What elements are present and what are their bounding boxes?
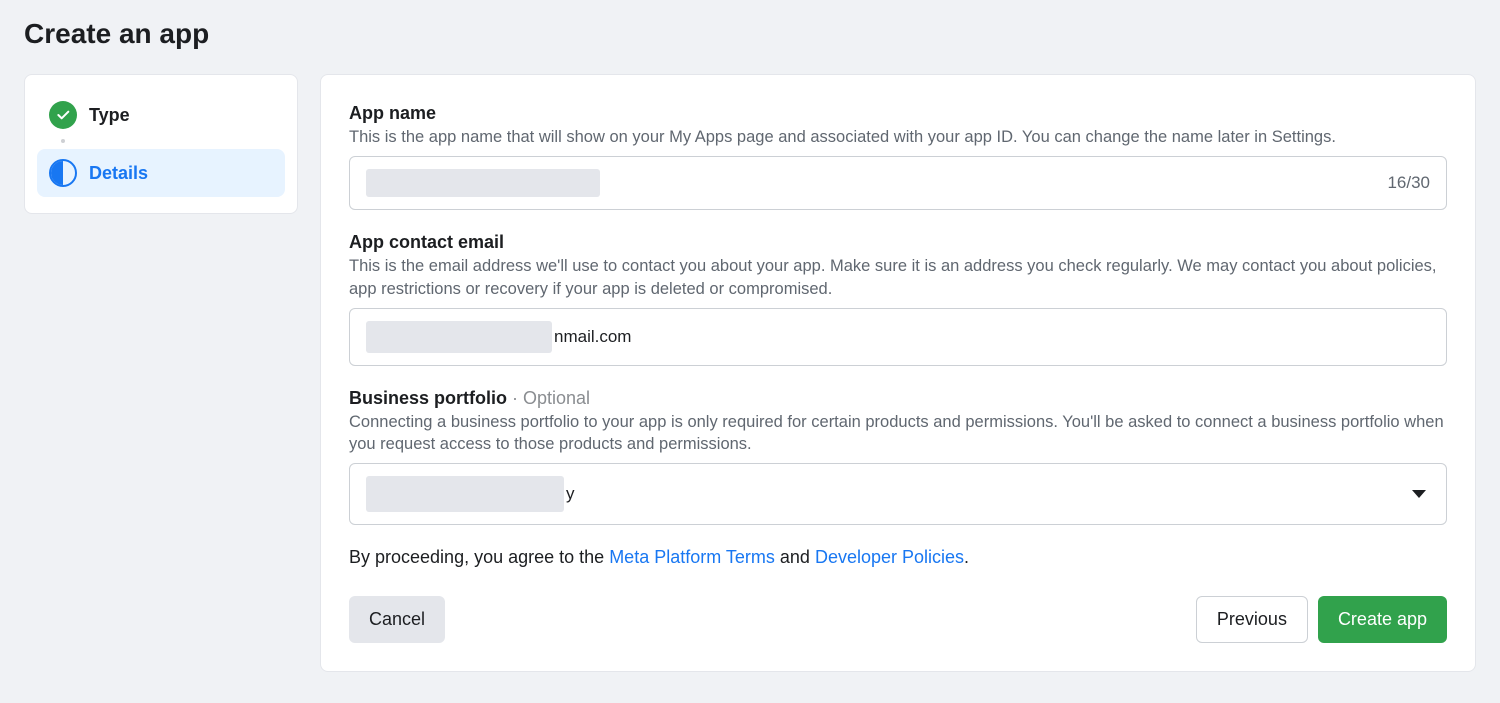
button-row: Cancel Previous Create app [349, 596, 1447, 643]
business-portfolio-field: Business portfolio · Optional Connecting… [349, 388, 1447, 526]
cancel-button[interactable]: Cancel [349, 596, 445, 643]
redacted-value [366, 476, 564, 512]
create-app-button[interactable]: Create app [1318, 596, 1447, 643]
step-type[interactable]: Type [37, 91, 285, 139]
chevron-down-icon [1412, 490, 1426, 498]
developer-policies-link[interactable]: Developer Policies [815, 547, 964, 567]
page-title: Create an app [0, 0, 1500, 50]
contact-email-field: App contact email This is the email addr… [349, 232, 1447, 366]
step-connector [37, 139, 285, 149]
previous-button[interactable]: Previous [1196, 596, 1308, 643]
char-counter: 16/30 [1387, 173, 1430, 193]
meta-terms-link[interactable]: Meta Platform Terms [609, 547, 775, 567]
contact-email-input[interactable]: nmail.com [349, 308, 1447, 366]
label-text: Business portfolio [349, 388, 507, 408]
redacted-value [366, 169, 600, 197]
field-desc: This is the email address we'll use to c… [349, 255, 1447, 300]
redacted-value [366, 321, 552, 353]
legal-suffix: . [964, 547, 969, 567]
step-label: Details [89, 163, 148, 184]
step-details[interactable]: Details [37, 149, 285, 197]
field-label: Business portfolio · Optional [349, 388, 1447, 409]
portfolio-visible-suffix: y [566, 484, 575, 504]
business-portfolio-select[interactable]: y [349, 463, 1447, 525]
optional-tag: · Optional [507, 388, 590, 408]
half-circle-icon [49, 159, 77, 187]
field-desc: Connecting a business portfolio to your … [349, 411, 1447, 456]
field-label: App name [349, 103, 1447, 124]
form-panel: App name This is the app name that will … [320, 74, 1476, 672]
field-label: App contact email [349, 232, 1447, 253]
app-name-input[interactable]: 16/30 [349, 156, 1447, 210]
steps-sidebar: Type Details [24, 74, 298, 214]
legal-mid: and [775, 547, 815, 567]
step-label: Type [89, 105, 130, 126]
legal-text: By proceeding, you agree to the Meta Pla… [349, 547, 1447, 568]
legal-prefix: By proceeding, you agree to the [349, 547, 609, 567]
check-icon [49, 101, 77, 129]
app-name-field: App name This is the app name that will … [349, 103, 1447, 210]
field-desc: This is the app name that will show on y… [349, 126, 1447, 148]
email-visible-suffix: nmail.com [554, 327, 631, 347]
